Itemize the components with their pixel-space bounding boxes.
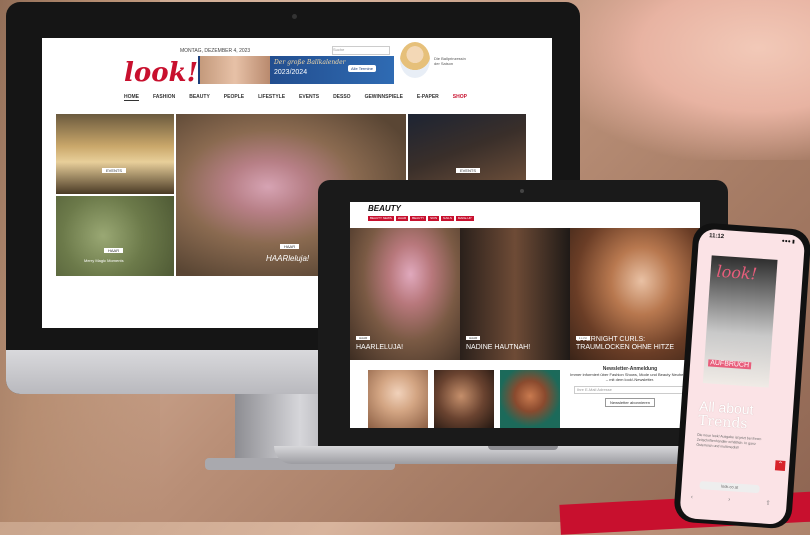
nav-item[interactable]: FASHION <box>153 94 175 101</box>
nav-item[interactable]: HOME <box>124 94 139 101</box>
status-time: 11:12 <box>708 233 725 241</box>
nav-item[interactable]: GEWINNSPIELE <box>365 94 403 101</box>
date-bar: MONTAG, DEZEMBER 4, 2023 <box>180 48 250 54</box>
smartphone: 11:12 ●●● ▮ look! AUFBRUCH All about Tre… <box>673 222 810 530</box>
nav-item[interactable]: LIFESTYLE <box>258 94 285 101</box>
nav-item[interactable]: BEAUTY <box>189 94 210 101</box>
webcam-icon <box>520 189 524 193</box>
thumb-3[interactable] <box>500 370 560 428</box>
tile-label: HAAR <box>104 248 124 253</box>
search-input[interactable]: Suche <box>332 46 390 55</box>
tile-caption: HAARleluja! <box>266 254 310 263</box>
share-icon[interactable]: ⇧ <box>765 500 771 507</box>
tile-magic-moments[interactable]: HAAR Merry Magic Moments <box>56 196 174 276</box>
tag-chip[interactable]: BEAUTY NEWS <box>368 216 394 221</box>
tile-events-2[interactable]: EVENTS <box>408 114 526 184</box>
newsletter-text: Immer informiert über Fashion Shows, Mod… <box>570 372 690 382</box>
tile-caption: OVERNIGHT CURLS: TRAUMLOCKEN OHNE HITZE <box>576 336 675 351</box>
tag-chip[interactable]: SKIN <box>428 216 440 221</box>
url-bar[interactable]: look.co.at <box>699 481 760 494</box>
phone-screen: 11:12 ●●● ▮ look! AUFBRUCH All about Tre… <box>679 228 806 526</box>
tile-pill: HAAR <box>466 336 481 340</box>
tile-events-1[interactable]: EVENTS <box>56 114 174 194</box>
magazine-cover[interactable]: look! AUFBRUCH <box>702 255 778 388</box>
section-title: BEAUTY <box>368 204 401 213</box>
date-text: MONTAG, DEZEMBER 4, 2023 <box>180 48 251 54</box>
tag-chip[interactable]: NAILS <box>441 216 454 221</box>
promo-text: Die Ballprinzessin der Saison <box>434 56 466 66</box>
tile-pill: HAAR <box>356 336 371 340</box>
background-skin <box>550 0 810 160</box>
signal-icon: ●●● ▮ <box>781 238 796 246</box>
nav-item[interactable]: SHOP <box>453 94 467 101</box>
headline-line2: Trends <box>697 412 749 433</box>
laptop-screen: BEAUTY BEAUTY NEWS HAAR BEAUTY SKIN NAILS MAK… <box>350 202 700 428</box>
banner-year: 2023/2024 <box>274 69 308 76</box>
tile-label: EVENTS <box>102 168 127 173</box>
tag-chip[interactable]: MAKE-UP <box>455 216 474 221</box>
ball-calendar-banner[interactable]: Der große Ballkalender 2023/2024 Alle Te… <box>198 56 394 84</box>
tile-nadine[interactable]: HAAR NADINE HAUTNAH! <box>460 228 570 360</box>
tag-chip[interactable]: HAAR <box>395 216 409 221</box>
magazine-title: look! <box>715 261 758 284</box>
promo-avatar <box>400 42 430 78</box>
nav-item[interactable]: PEOPLE <box>224 94 244 101</box>
main-navigation: HOME FASHION BEAUTY PEOPLE LIFESTYLE EVENTS DE… <box>124 94 467 101</box>
tile-caption: NADINE HAUTNAH! <box>466 344 531 351</box>
laptop: BEAUTY BEAUTY NEWS HAAR BEAUTY SKIN NAILS MAK… <box>318 180 728 446</box>
tag-list: BEAUTY NEWS HAAR BEAUTY SKIN NAILS MAKE-UP <box>368 216 474 221</box>
nav-item[interactable]: E-PAPER <box>417 94 439 101</box>
tile-caption: Merry Magic Moments <box>84 258 124 263</box>
site-logo[interactable]: look! <box>124 58 198 88</box>
forward-icon[interactable]: › <box>728 497 730 504</box>
tile-label: HAAR <box>280 244 300 249</box>
back-icon[interactable]: ‹ <box>690 494 693 501</box>
description: Die neue look! Ausgabe ist jetzt bei Ihr… <box>696 432 762 450</box>
tile-haarleluja[interactable]: HAAR HAARLELUJA! <box>350 228 460 360</box>
browser-nav: ‹ › ⇧ <box>690 494 771 507</box>
scroll-up-button[interactable]: ⌃ <box>774 460 786 471</box>
headline: All about Trends <box>697 398 755 433</box>
nav-item[interactable]: EVENTS <box>299 94 319 101</box>
banner-photo <box>200 56 270 84</box>
laptop-notch <box>488 446 558 450</box>
banner-button[interactable]: Alle Termine <box>348 65 376 72</box>
nav-item[interactable]: DESSO <box>333 94 351 101</box>
webcam-icon <box>292 14 297 19</box>
email-field[interactable]: Ihre E-Mail Adresse <box>574 386 686 394</box>
magazine-cover-text: AUFBRUCH <box>707 359 752 370</box>
subscribe-button[interactable]: Newsletter abonnieren <box>604 398 656 407</box>
tile-caption: HAARLELUJA! <box>356 344 404 351</box>
newsletter-box: Newsletter-Anmeldung Immer informiert üb… <box>570 366 690 407</box>
tile-label: EVENTS <box>456 168 481 173</box>
thumb-1[interactable] <box>368 370 428 428</box>
tile-overnight-curls[interactable]: HAAR OVERNIGHT CURLS: TRAUMLOCKEN OHNE H… <box>570 228 700 360</box>
tag-chip[interactable]: BEAUTY <box>410 216 427 221</box>
banner-headline: Der große Ballkalender <box>274 59 346 66</box>
thumb-2[interactable] <box>434 370 494 428</box>
